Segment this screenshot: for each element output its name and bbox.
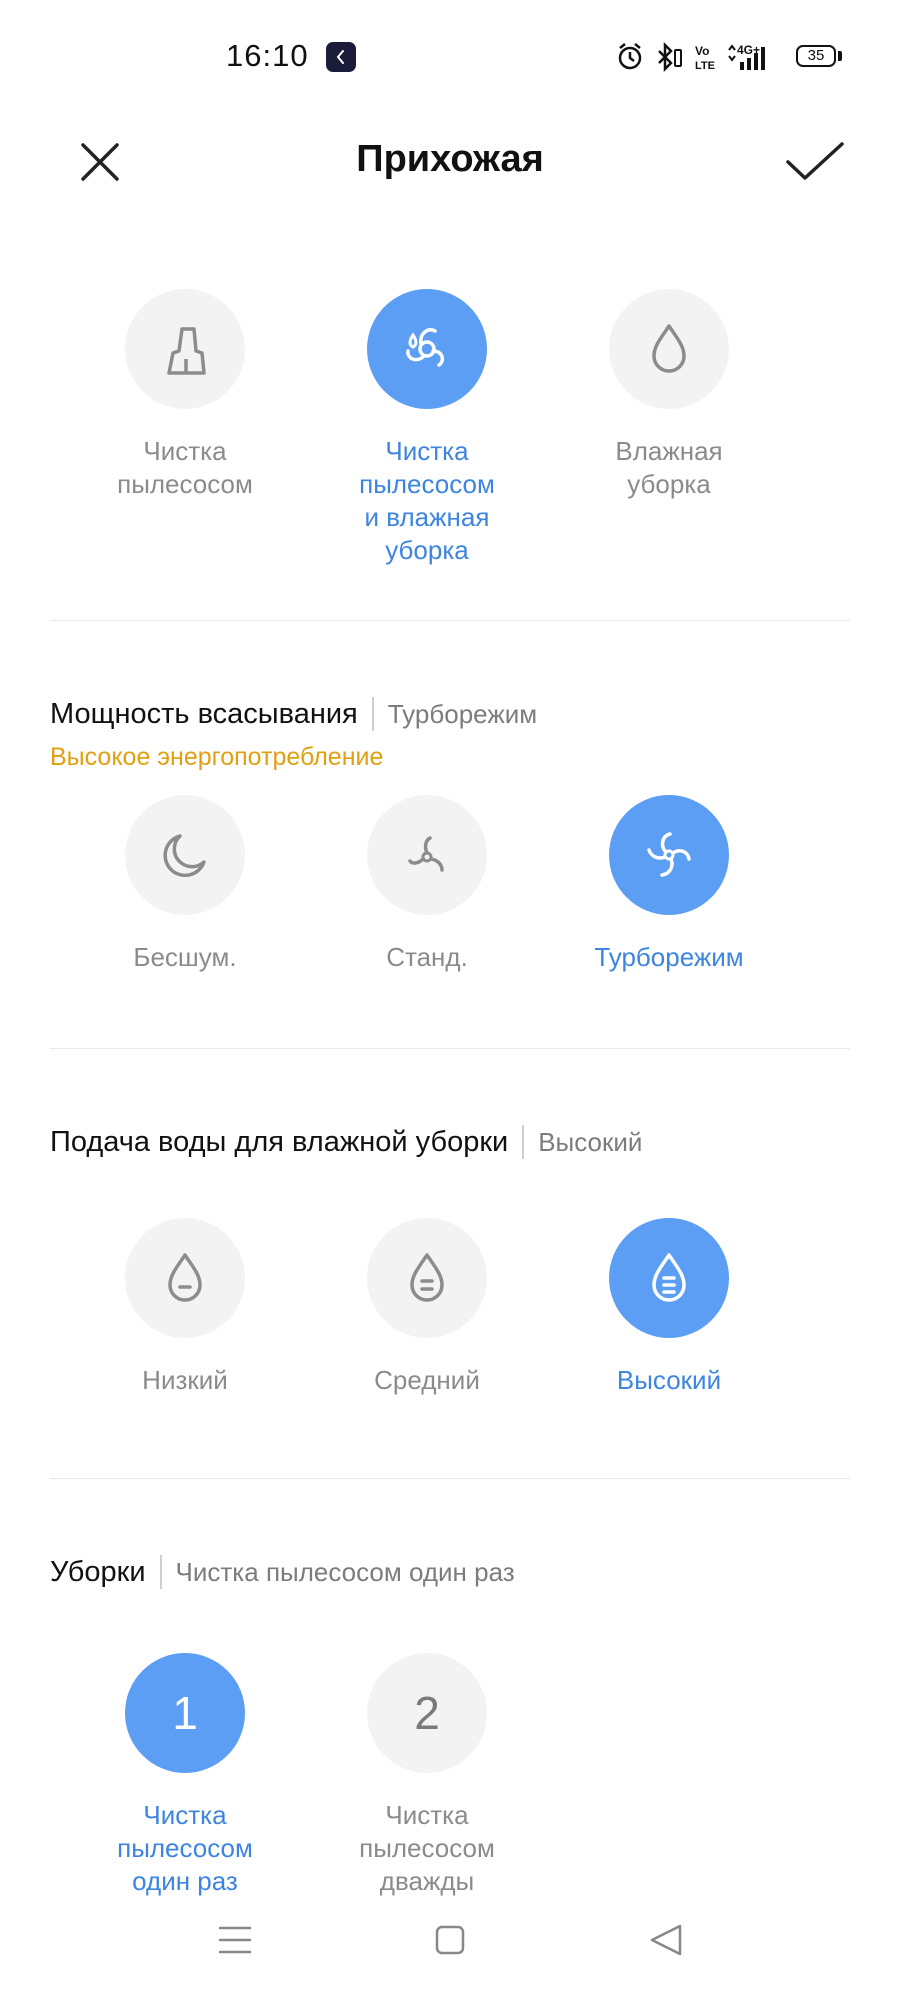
confirm-button[interactable] bbox=[780, 127, 850, 197]
water-option-low[interactable]: Низкий bbox=[85, 1218, 285, 1397]
svg-text:Vo: Vo bbox=[695, 44, 709, 58]
divider bbox=[50, 620, 850, 621]
fan-standard-icon bbox=[408, 836, 444, 872]
water-option-circle bbox=[125, 1218, 245, 1338]
passes-number: 1 bbox=[172, 1687, 198, 1739]
passes-option-circle: 1 bbox=[125, 1653, 245, 1773]
mode-option-vacuum-and-mop[interactable]: Чистка пылесосом и влажная уборка bbox=[327, 289, 527, 567]
battery-tip bbox=[838, 51, 842, 61]
navigation-bar bbox=[0, 1910, 900, 2000]
water-option-circle bbox=[609, 1218, 729, 1338]
drop-low-icon bbox=[168, 1253, 202, 1302]
svg-text:LTE: LTE bbox=[695, 60, 715, 72]
suction-warning: Высокое энергопотребление bbox=[50, 743, 384, 771]
passes-number: 2 bbox=[414, 1687, 440, 1739]
page-title: Прихожая bbox=[356, 138, 544, 180]
suction-option-standard[interactable]: Станд. bbox=[327, 795, 527, 974]
mode-option-label: Чистка пылесосом bbox=[117, 436, 253, 499]
water-header: Подача воды для влажной уборки Высокий bbox=[50, 1125, 642, 1159]
divider bbox=[50, 1478, 850, 1479]
passes-option-once[interactable]: 1 Чистка пылесосом один раз bbox=[85, 1653, 285, 1898]
mode-option-circle bbox=[609, 289, 729, 409]
status-icons: Vo LTE 4G+ bbox=[616, 40, 772, 74]
status-time: 16:10 bbox=[226, 38, 309, 73]
header-separator bbox=[159, 1555, 162, 1589]
water-value: Высокий bbox=[538, 1126, 643, 1157]
mode-option-label: Чистка пылесосом и влажная уборка bbox=[359, 436, 495, 565]
nav-home-button[interactable] bbox=[420, 1910, 480, 1970]
header-separator bbox=[371, 697, 374, 731]
bluetooth-icon bbox=[658, 42, 682, 72]
vacuum-mop-icon bbox=[406, 328, 445, 367]
suction-option-quiet[interactable]: Бесшум. bbox=[85, 795, 285, 974]
water-option-high[interactable]: Высокий bbox=[569, 1218, 769, 1397]
menu-icon bbox=[218, 1926, 252, 1954]
water-option-label: Средний bbox=[374, 1365, 480, 1395]
vacuum-icon bbox=[167, 327, 206, 375]
home-square-icon bbox=[435, 1925, 465, 1955]
mode-option-circle bbox=[367, 289, 487, 409]
fan-turbo-icon bbox=[647, 832, 691, 877]
suction-value: Турборежим bbox=[387, 698, 538, 729]
water-option-label: Высокий bbox=[616, 1365, 722, 1395]
status-bar: 16:10 Vo LTE 4G+ 35 bbox=[0, 0, 900, 110]
app-notification-icon bbox=[326, 42, 356, 72]
passes-option-label: Чистка пылесосом один раз bbox=[117, 1800, 253, 1896]
suction-option-circle bbox=[125, 795, 245, 915]
passes-title: Уборки bbox=[50, 1555, 146, 1588]
water-drop-icon bbox=[652, 324, 686, 373]
water-option-label: Низкий bbox=[142, 1365, 228, 1395]
nav-menu-button[interactable] bbox=[205, 1910, 265, 1970]
water-title: Подача воды для влажной уборки bbox=[50, 1125, 509, 1158]
volte-icon: Vo LTE bbox=[695, 44, 715, 72]
suction-header: Мощность всасывания Турборежим bbox=[50, 697, 537, 731]
passes-header: Уборки Чистка пылесосом один раз bbox=[50, 1555, 515, 1589]
suction-option-label: Бесшум. bbox=[133, 942, 237, 972]
signal-4g-icon: 4G+ bbox=[728, 43, 765, 70]
passes-value: Чистка пылесосом один раз bbox=[175, 1556, 515, 1587]
water-option-circle bbox=[367, 1218, 487, 1338]
mode-option-vacuum[interactable]: Чистка пылесосом bbox=[85, 289, 285, 501]
suction-option-label: Турборежим bbox=[594, 942, 744, 972]
mode-option-circle bbox=[125, 289, 245, 409]
suction-option-label: Станд. bbox=[386, 942, 468, 972]
suction-title: Мощность всасывания bbox=[50, 697, 358, 730]
suction-option-circle bbox=[367, 795, 487, 915]
passes-option-circle: 2 bbox=[367, 1653, 487, 1773]
mode-option-mop[interactable]: Влажная уборка bbox=[569, 289, 769, 501]
suction-option-turbo[interactable]: Турборежим bbox=[569, 795, 769, 974]
nav-back-button[interactable] bbox=[636, 1910, 696, 1970]
water-option-medium[interactable]: Средний bbox=[327, 1218, 527, 1397]
passes-option-label: Чистка пылесосом дважды bbox=[359, 1800, 495, 1896]
check-icon bbox=[786, 142, 844, 180]
suction-option-circle bbox=[609, 795, 729, 915]
drop-medium-icon bbox=[410, 1253, 444, 1302]
mode-option-label: Влажная уборка bbox=[615, 436, 723, 499]
back-triangle-icon bbox=[650, 1924, 682, 1956]
divider bbox=[50, 1048, 850, 1049]
drop-high-icon bbox=[652, 1253, 686, 1302]
moon-icon bbox=[163, 834, 206, 878]
passes-option-twice[interactable]: 2 Чистка пылесосом дважды bbox=[327, 1653, 527, 1898]
alarm-icon bbox=[618, 43, 642, 70]
header-separator bbox=[522, 1125, 525, 1159]
battery-icon: 35 bbox=[796, 45, 836, 67]
